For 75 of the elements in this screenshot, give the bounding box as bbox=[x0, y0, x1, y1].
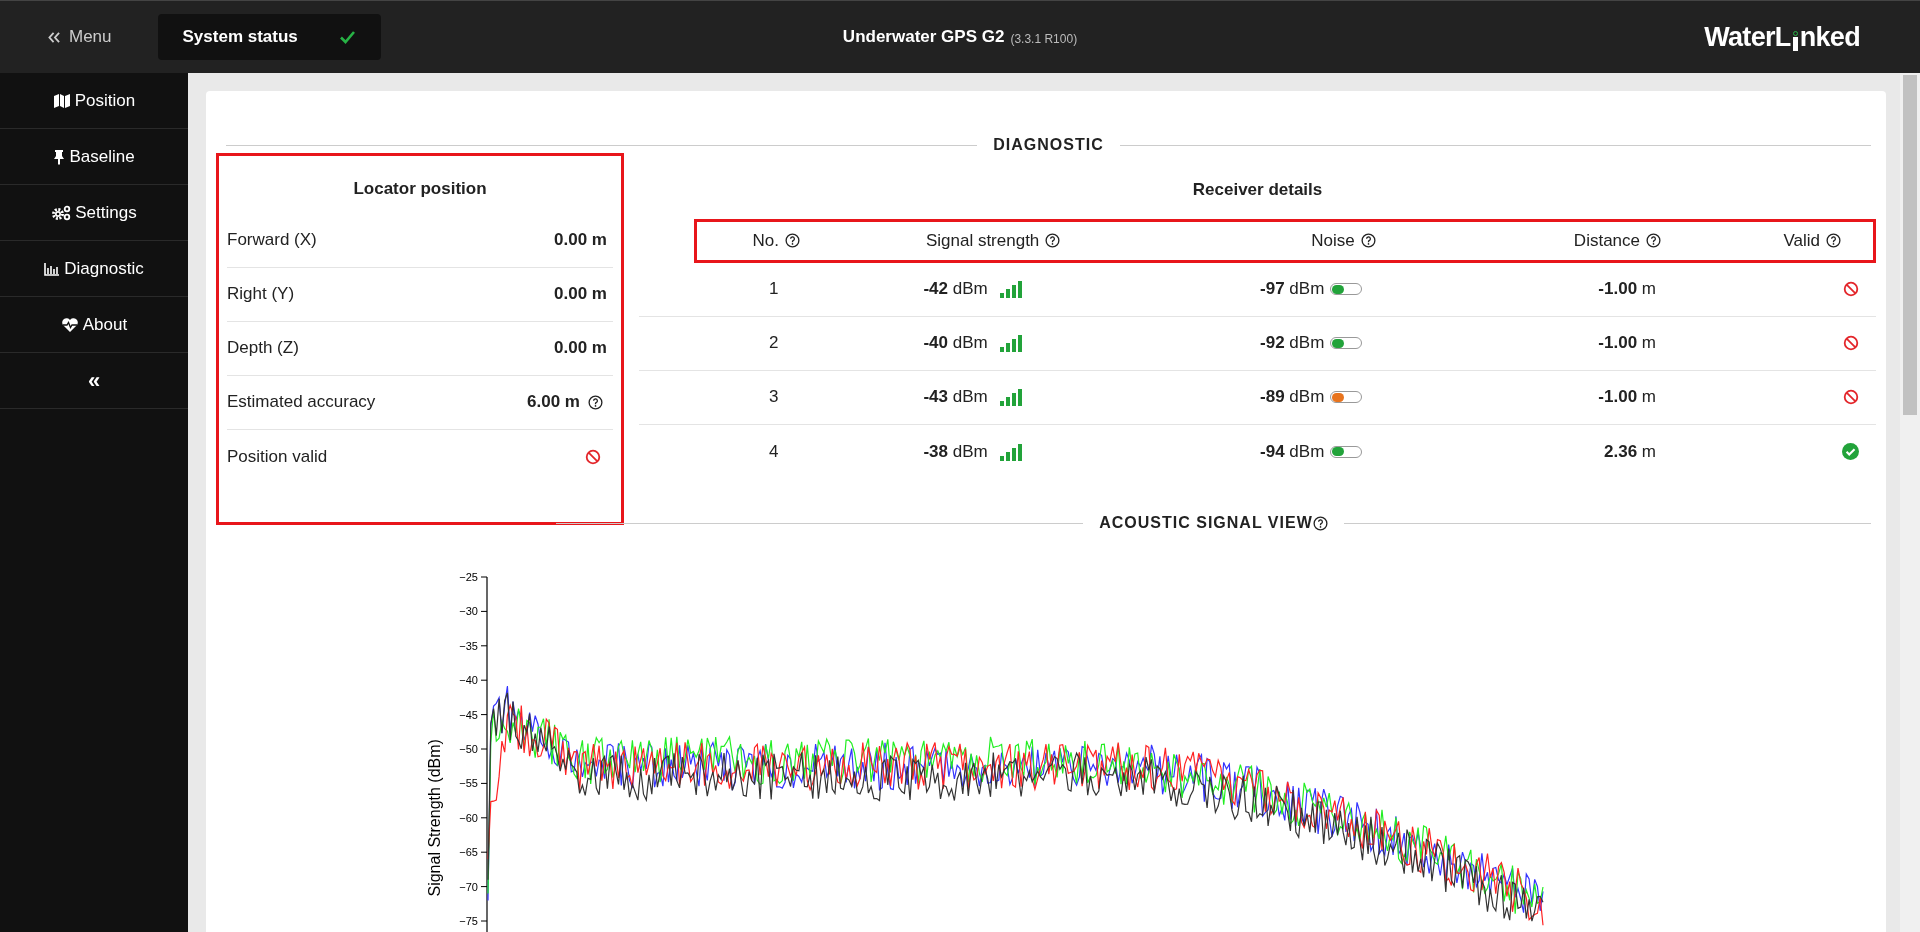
table-cell-text: 2 bbox=[769, 332, 779, 355]
table-cell-text: -1.00 m bbox=[1598, 332, 1656, 355]
column-header: Noise bbox=[1311, 229, 1355, 252]
axis-tick-label: −75 bbox=[459, 915, 478, 927]
field-label: Estimated accuracy bbox=[227, 391, 376, 414]
field-label: Depth (Z) bbox=[227, 337, 299, 360]
column-header: Distance bbox=[1573, 229, 1640, 252]
help-icon[interactable] bbox=[1312, 515, 1328, 531]
section-heading: DIAGNOSTIC bbox=[993, 135, 1104, 155]
field-value: 6.00 m bbox=[527, 391, 580, 414]
version-label: (3.3.1 R100) bbox=[1010, 30, 1078, 48]
table-cell-text: -38 dBm bbox=[923, 440, 988, 463]
field-label: Right (Y) bbox=[227, 283, 295, 306]
field-value: 0.00 m bbox=[554, 283, 607, 306]
field-label: Forward (X) bbox=[227, 229, 317, 252]
table-cell-text: -40 dBm bbox=[923, 332, 988, 355]
signal-bars-icon bbox=[999, 334, 1024, 352]
signal-bars-icon bbox=[999, 280, 1024, 298]
sidebar-item[interactable]: Diagnostic bbox=[0, 241, 188, 297]
help-icon[interactable] bbox=[1646, 233, 1661, 248]
section-heading: ACOUSTIC SIGNAL VIEW bbox=[1099, 513, 1313, 533]
signal-bars-icon bbox=[999, 442, 1024, 461]
table-cell-text: -1.00 m bbox=[1598, 278, 1656, 301]
table-cell-text: 4 bbox=[769, 440, 779, 463]
table-cell-text: 1 bbox=[769, 278, 779, 301]
heartbeat-icon bbox=[60, 316, 79, 333]
axis-title: Signal Strength (dBm) bbox=[426, 739, 443, 897]
pushpin-icon bbox=[53, 148, 66, 165]
table-cell-text: 2.36 m bbox=[1604, 440, 1656, 463]
axis-tick-label: −60 bbox=[459, 811, 478, 824]
sidebar-item[interactable]: Baseline bbox=[0, 129, 188, 185]
sidebar-item[interactable]: Settings bbox=[0, 185, 188, 241]
table-cell-text: -97 dBm bbox=[1260, 278, 1325, 301]
bar-chart-icon bbox=[44, 261, 61, 276]
axis-tick-label: −40 bbox=[459, 674, 478, 687]
table-cell-text: -43 dBm bbox=[923, 386, 988, 409]
axis-tick-label: −35 bbox=[459, 639, 478, 652]
help-icon[interactable] bbox=[785, 233, 800, 248]
logo: WaterL nked bbox=[1704, 20, 1860, 54]
sidebar-item[interactable]: About bbox=[0, 297, 188, 353]
table-cell-text: -92 dBm bbox=[1260, 332, 1325, 355]
signal-bars-icon bbox=[999, 388, 1024, 406]
panel-title: Receiver details bbox=[1191, 179, 1324, 201]
column-header: No. bbox=[752, 229, 779, 252]
checkmark-icon bbox=[338, 30, 356, 44]
axis-tick-label: −30 bbox=[459, 605, 478, 618]
gears-icon bbox=[51, 204, 72, 221]
field-value: 0.00 m bbox=[554, 337, 607, 360]
double-chevron-icon bbox=[48, 31, 61, 43]
help-icon[interactable] bbox=[1360, 233, 1376, 248]
app-title: Underwater GPS G2 bbox=[842, 26, 1005, 49]
table-cell-text: -42 dBm bbox=[923, 278, 988, 301]
map-icon bbox=[52, 92, 71, 109]
axis-tick-label: −25 bbox=[459, 571, 478, 583]
column-header: Valid bbox=[1783, 229, 1820, 252]
panel-title: Locator position bbox=[352, 178, 488, 200]
axis-tick-label: −65 bbox=[459, 846, 478, 859]
axis-tick-label: −45 bbox=[459, 708, 478, 721]
system-status-button[interactable]: System status bbox=[157, 14, 381, 60]
sidebar-item[interactable]: Position bbox=[0, 73, 188, 129]
table-cell-text: -89 dBm bbox=[1260, 386, 1325, 409]
axis-tick-label: −70 bbox=[459, 880, 478, 893]
collapse-button[interactable]: « bbox=[0, 353, 188, 409]
help-icon[interactable] bbox=[588, 394, 603, 410]
table-cell-text: -1.00 m bbox=[1598, 386, 1656, 409]
axis-tick-label: −55 bbox=[459, 777, 478, 790]
field-label: Position valid bbox=[227, 445, 328, 468]
help-icon[interactable] bbox=[1826, 233, 1841, 248]
table-cell-text: -94 dBm bbox=[1260, 440, 1325, 463]
table-cell-text: 3 bbox=[769, 386, 779, 409]
menu-button[interactable]: Menu bbox=[40, 17, 120, 57]
field-value: 0.00 m bbox=[554, 229, 607, 252]
axis-tick-label: −50 bbox=[459, 743, 478, 755]
help-icon[interactable] bbox=[1045, 233, 1061, 248]
column-header: Signal strength bbox=[925, 229, 1040, 252]
